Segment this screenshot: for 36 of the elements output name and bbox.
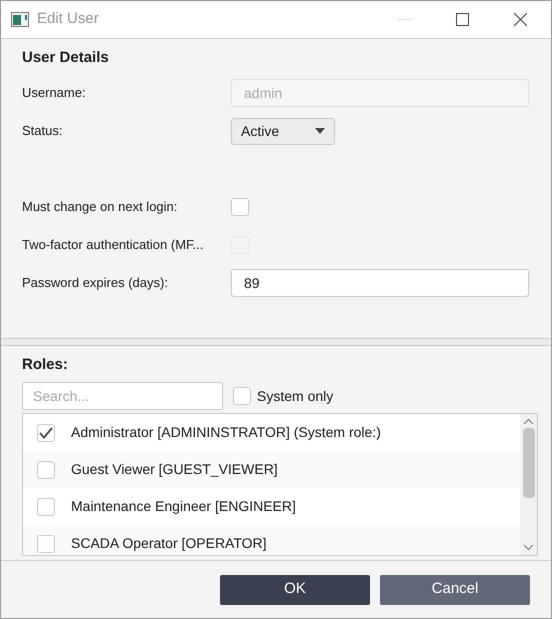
status-dropdown[interactable]: Active [231,118,335,144]
cancel-button[interactable]: Cancel [380,574,530,604]
checkmark-icon [39,426,53,438]
app-window-icon [11,12,29,27]
field-label: Password expires (days): [22,274,169,292]
minimize-icon[interactable] [398,18,412,20]
dropdown-caret-icon [315,128,325,134]
maximize-icon[interactable] [456,13,469,26]
role-row[interactable]: Guest Viewer [GUEST_VIEWER] [23,451,520,488]
text-field[interactable]: 89 [231,269,529,297]
checkbox[interactable] [233,387,251,405]
scroll-up-icon[interactable] [524,419,533,424]
role-label: Guest Viewer [GUEST_VIEWER] [71,460,278,479]
field-label: Username: [22,84,87,102]
checkbox[interactable] [231,198,249,216]
scroll-down-icon[interactable] [524,545,533,550]
section-heading: Roles: [22,356,69,373]
window-title: Edit User [37,9,99,30]
section-heading: User Details [22,50,110,66]
checkbox[interactable] [37,498,55,516]
checkbox[interactable] [37,534,55,552]
close-icon[interactable] [514,13,527,26]
role-label: Administrator [ADMININSTRATOR] (System role:) [71,423,381,442]
role-label: Maintenance Engineer [ENGINEER] [71,497,296,516]
checkbox[interactable] [37,424,55,442]
search-field[interactable]: Search... [22,382,223,410]
role-label: SCADA Operator [OPERATOR] [71,534,267,553]
field-label: Status: [22,122,64,140]
scrollbar[interactable] [520,414,537,555]
ok-button[interactable]: OK [220,574,370,604]
checkbox-label: System only [257,386,334,406]
splitter[interactable] [1,338,551,346]
field-label: Must change on next login: [22,198,178,216]
checkbox[interactable] [37,460,55,478]
field-label: Two-factor authentication (MF... [22,236,204,254]
role-row[interactable]: SCADA Operator [OPERATOR] [23,525,520,555]
